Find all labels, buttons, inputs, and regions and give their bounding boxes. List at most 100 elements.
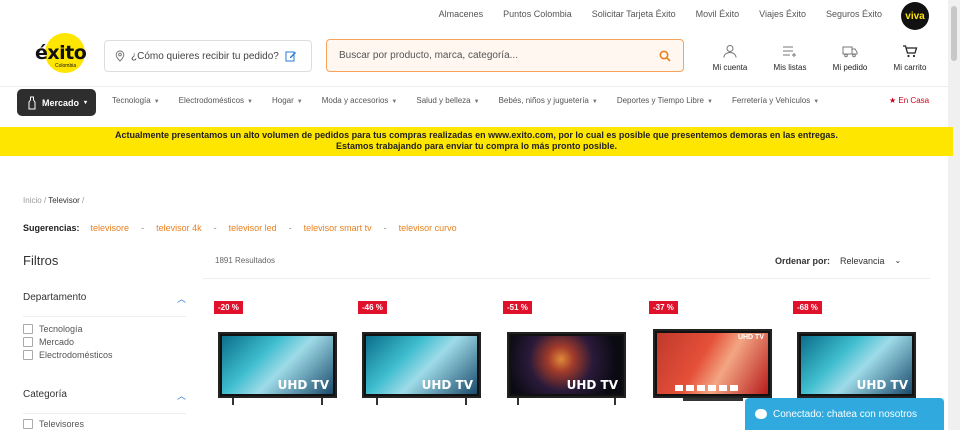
nav-item-bebes[interactable]: Bebés, niños y juguetería ▼: [499, 96, 598, 105]
nav-item-label: Moda y accesorios: [321, 96, 389, 105]
results-divider: [203, 278, 930, 279]
filter-option[interactable]: Mercado: [23, 337, 186, 347]
product-image[interactable]: UHD TV: [653, 329, 772, 398]
chat-widget-button[interactable]: Conectado: chatea con nosotros: [745, 398, 944, 430]
nav-item-label: Salud y belleza: [416, 96, 471, 105]
suggestion-link[interactable]: televisor led: [229, 223, 277, 233]
chat-label: Conectado: chatea con nosotros: [773, 408, 917, 420]
nav-item-label: Hogar: [271, 96, 294, 105]
top-link-viajes-exito[interactable]: Viajes Éxito: [759, 9, 806, 19]
chevron-down-icon: ▼: [473, 99, 480, 105]
suggestion-link[interactable]: televisor curvo: [399, 223, 457, 233]
banner-line-2: Estamos trabajando para enviar tu compra…: [335, 141, 618, 151]
filter-option[interactable]: Televisores: [23, 419, 186, 429]
filter-header[interactable]: Departamento ︿: [23, 292, 186, 317]
suggestion-link[interactable]: televisor smart tv: [304, 223, 372, 233]
nav-item-label: Tecnología: [112, 96, 151, 105]
page-scrollbar[interactable]: [948, 0, 960, 430]
product-card[interactable]: -46 % UHD TV: [358, 301, 488, 430]
discount-badge: -51 %: [503, 301, 532, 314]
tv-app-icons: [675, 385, 738, 391]
checkbox[interactable]: [23, 419, 33, 429]
product-image[interactable]: UHD TV: [797, 332, 916, 398]
filter-option[interactable]: Electrodomésticos: [23, 350, 186, 360]
filters-title: Filtros: [23, 253, 59, 268]
exito-search-page: Almacenes Puntos Colombia Solicitar Tarj…: [0, 0, 960, 430]
delay-notice-banner: Actualmente presentamos un alto volumen …: [0, 127, 953, 156]
filter-header[interactable]: Categoría ︿: [23, 389, 186, 414]
nav-item-deportes[interactable]: Deportes y Tiempo Libre ▼: [617, 96, 713, 105]
filter-options: Tecnología Mercado Electrodomésticos: [23, 324, 186, 360]
mercado-menu-button[interactable]: Mercado ▾: [17, 89, 96, 116]
edit-icon[interactable]: [285, 50, 297, 62]
filter-section-title: Categoría: [23, 389, 67, 400]
viva-logo[interactable]: viva: [901, 2, 929, 30]
search-input[interactable]: Buscar por producto, marca, categoría...: [326, 39, 684, 72]
top-link-tarjeta-exito[interactable]: Solicitar Tarjeta Éxito: [592, 9, 676, 19]
nav-item-label: Ferretería y Vehículos: [731, 96, 811, 105]
my-account-button[interactable]: Mi cuenta: [700, 44, 760, 72]
user-icon: [723, 45, 737, 58]
checkbox[interactable]: [23, 324, 33, 334]
filter-option-label: Tecnología: [39, 324, 83, 334]
chevron-down-icon: ▾: [84, 100, 88, 106]
sort-value: Relevancia: [840, 256, 885, 266]
filter-section-categoria: Categoría ︿ Televisores: [23, 389, 186, 429]
suggestion-link[interactable]: televisore: [91, 223, 130, 233]
suggestion-link[interactable]: televisor 4k: [156, 223, 202, 233]
checkbox[interactable]: [23, 337, 33, 347]
top-link-almacenes[interactable]: Almacenes: [439, 9, 484, 19]
my-order-button[interactable]: Mi pedido: [820, 44, 880, 72]
nav-item-en-casa[interactable]: ★ En Casa: [889, 96, 929, 105]
filter-option-label: Televisores: [39, 419, 85, 429]
product-image[interactable]: UHD TV: [218, 332, 337, 398]
chevron-down-icon: ⌄: [894, 256, 902, 265]
suggestion-separator: -: [383, 223, 387, 233]
tv-stand: [362, 398, 481, 406]
chevron-down-icon: ▼: [296, 99, 303, 105]
chevron-down-icon: ▼: [591, 99, 598, 105]
location-pin-icon: [115, 50, 125, 62]
my-account-label: Mi cuenta: [712, 63, 748, 72]
nav-item-ferreteria[interactable]: Ferretería y Vehículos ▼: [732, 96, 819, 105]
star-icon: ★: [889, 96, 897, 105]
uhd-label: UHD TV: [737, 334, 764, 341]
uhd-label: UHD TV: [421, 378, 473, 392]
exito-logo[interactable]: éxito Colombia: [33, 30, 91, 78]
breadcrumb-trail: /: [82, 196, 85, 205]
sort-label: Ordenar por:: [775, 256, 831, 266]
nav-item-tecnologia[interactable]: Tecnología ▼: [112, 96, 160, 105]
chevron-up-icon: ︿: [176, 294, 186, 304]
category-nav: Mercado ▾ Tecnología ▼ Electrodomésticos ▼…: [0, 86, 948, 116]
filter-option-label: Electrodomésticos: [39, 350, 113, 360]
search-suggestions: Sugerencias: televisore - televisor 4k -…: [23, 223, 457, 233]
suggestion-separator: -: [141, 223, 145, 233]
filter-section-departamento: Departamento ︿ Tecnología Mercado Electr…: [23, 292, 186, 360]
scrollbar-thumb[interactable]: [951, 6, 957, 61]
my-cart-button[interactable]: Mi carrito: [880, 44, 940, 72]
product-image[interactable]: UHD TV: [507, 332, 626, 398]
search-icon[interactable]: [659, 49, 671, 62]
sort-selector[interactable]: Ordenar por: Relevancia ⌄: [775, 256, 901, 266]
my-lists-button[interactable]: Mis listas: [760, 44, 820, 72]
nav-item-hogar[interactable]: Hogar ▼: [272, 96, 303, 105]
filter-section-title: Departamento: [23, 292, 87, 303]
breadcrumb-home[interactable]: Inicio: [23, 196, 42, 205]
top-utility-links: Almacenes Puntos Colombia Solicitar Tarj…: [439, 9, 882, 19]
nav-item-electrodomesticos[interactable]: Electrodomésticos ▼: [179, 96, 253, 105]
top-link-puntos-colombia[interactable]: Puntos Colombia: [503, 9, 572, 19]
top-link-seguros-exito[interactable]: Seguros Éxito: [826, 9, 882, 19]
nav-item-salud-belleza[interactable]: Salud y belleza ▼: [416, 96, 479, 105]
filter-option[interactable]: Tecnología: [23, 324, 186, 334]
top-link-movil-exito[interactable]: Movil Éxito: [696, 9, 740, 19]
product-image[interactable]: UHD TV: [362, 332, 481, 398]
nav-item-label: Electrodomésticos: [178, 96, 245, 105]
nav-items: Tecnología ▼ Electrodomésticos ▼ Hogar ▼ Mo…: [112, 96, 838, 105]
nav-item-moda[interactable]: Moda y accesorios ▼: [322, 96, 398, 105]
product-card[interactable]: -51 % UHD TV: [503, 301, 633, 430]
banner-line-1: Actualmente presentamos un alto volumen …: [115, 130, 838, 140]
product-card[interactable]: -20 % UHD TV: [214, 301, 344, 430]
nav-item-label: Bebés, niños y juguetería: [498, 96, 589, 105]
delivery-location-selector[interactable]: ¿Cómo quieres recibir tu pedido?: [104, 40, 312, 72]
checkbox[interactable]: [23, 350, 33, 360]
